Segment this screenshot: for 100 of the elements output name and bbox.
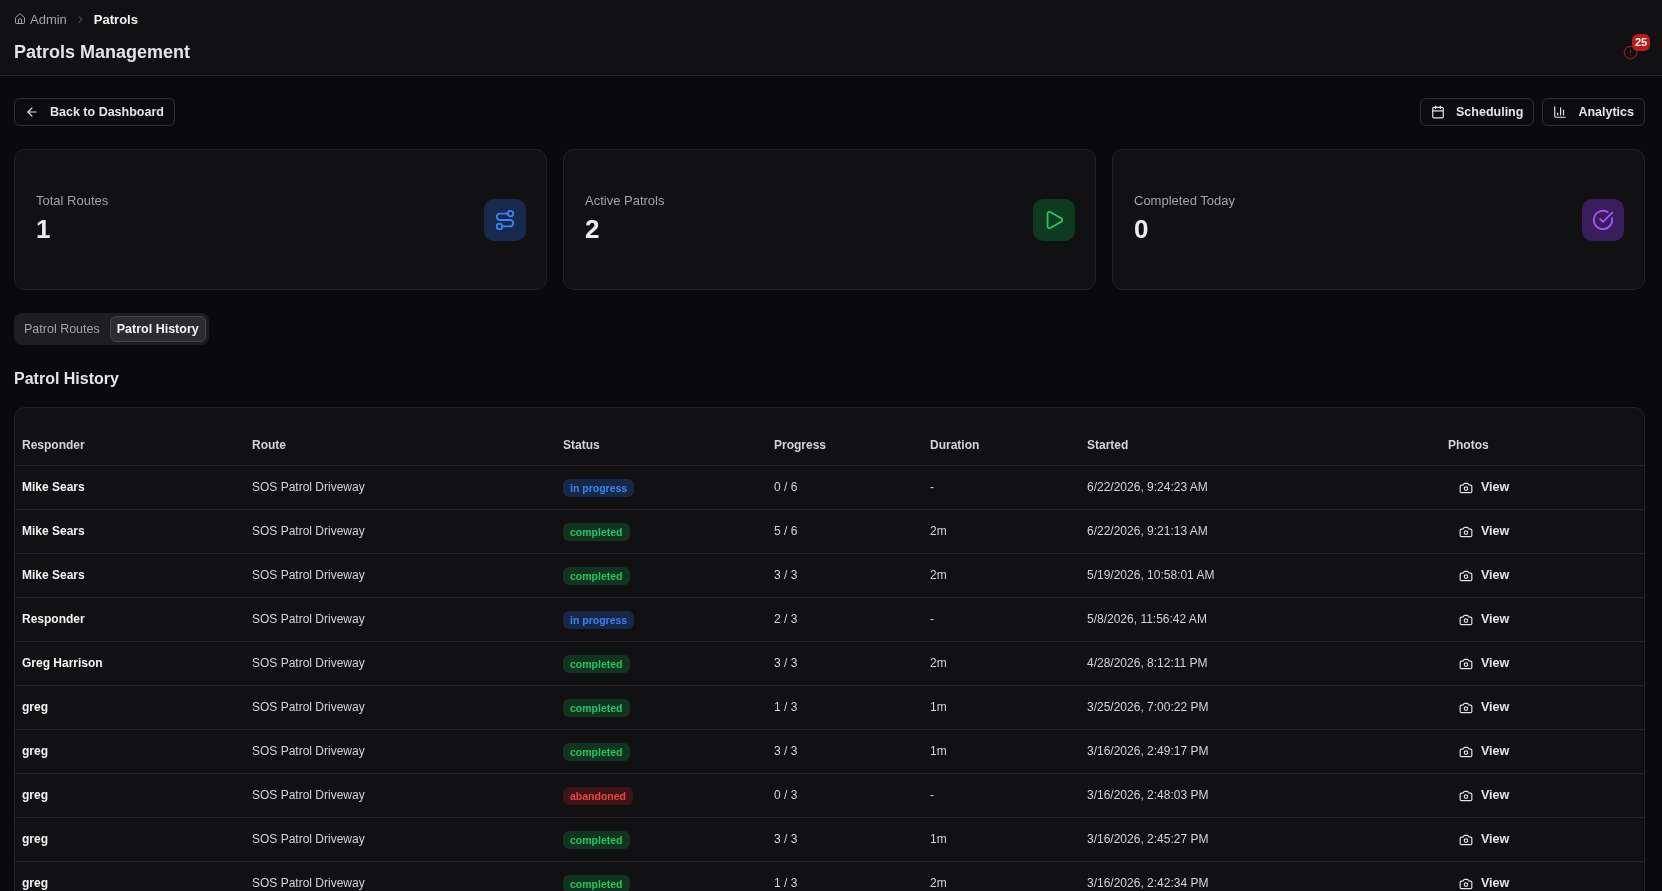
duration-text: 1m bbox=[930, 700, 947, 715]
started-time: 3/16/2026, 2:42:34 PM bbox=[1087, 876, 1209, 891]
progress-text: 2 / 3 bbox=[774, 612, 798, 627]
column-header: Duration bbox=[930, 437, 980, 453]
column-header: Status bbox=[563, 437, 600, 453]
view-photos-button[interactable]: View bbox=[1451, 873, 1518, 891]
calendar-icon bbox=[1431, 105, 1446, 119]
progress-text: 3 / 3 bbox=[774, 656, 798, 671]
progress-text: 0 / 3 bbox=[774, 788, 798, 803]
breadcrumb-link[interactable]: Admin bbox=[14, 11, 67, 27]
responder-name: Mike Sears bbox=[22, 568, 85, 583]
status-badge: completed bbox=[563, 654, 630, 673]
progress-text: 3 / 3 bbox=[774, 744, 798, 759]
bar-chart-icon bbox=[1553, 105, 1568, 119]
camera-icon bbox=[1459, 568, 1473, 583]
responder-name: greg bbox=[22, 744, 48, 759]
notification-count-badge: 25 bbox=[1632, 33, 1651, 51]
responder-name: greg bbox=[22, 700, 48, 715]
column-header: Started bbox=[1087, 437, 1129, 453]
started-time: 5/19/2026, 10:58:01 AM bbox=[1087, 568, 1215, 583]
route-name: SOS Patrol Driveway bbox=[252, 700, 365, 715]
started-time: 6/22/2026, 9:21:13 AM bbox=[1087, 524, 1208, 539]
camera-icon bbox=[1459, 524, 1473, 539]
responder-name: Mike Sears bbox=[22, 480, 85, 495]
duration-text: - bbox=[930, 480, 934, 495]
view-photos-button[interactable]: View bbox=[1451, 477, 1518, 498]
status-badge: completed bbox=[563, 830, 630, 849]
responder-name: greg bbox=[22, 876, 48, 891]
route-name: SOS Patrol Driveway bbox=[252, 876, 365, 891]
started-time: 4/28/2026, 8:12:11 PM bbox=[1087, 656, 1208, 671]
status-badge: completed bbox=[563, 874, 630, 891]
section-title: Patrol History bbox=[14, 369, 119, 389]
responder-name: Mike Sears bbox=[22, 524, 85, 539]
route-name: SOS Patrol Driveway bbox=[252, 524, 365, 539]
back-to-dashboard-button[interactable]: Back to Dashboard bbox=[14, 98, 175, 126]
progress-text: 1 / 3 bbox=[774, 876, 798, 891]
route-name: SOS Patrol Driveway bbox=[252, 568, 365, 583]
camera-icon bbox=[1459, 788, 1473, 803]
view-photos-button[interactable]: View bbox=[1451, 741, 1518, 762]
scheduling-button[interactable]: Scheduling bbox=[1420, 98, 1535, 126]
column-header: Responder bbox=[22, 437, 85, 453]
route-name: SOS Patrol Driveway bbox=[252, 788, 365, 803]
status-badge: completed bbox=[563, 566, 630, 585]
view-photos-button[interactable]: View bbox=[1451, 829, 1518, 850]
stat-label: Active Patrols bbox=[585, 193, 665, 208]
started-time: 3/16/2026, 2:45:27 PM bbox=[1087, 832, 1209, 847]
progress-text: 3 / 3 bbox=[774, 832, 798, 847]
view-photos-button[interactable]: View bbox=[1451, 653, 1518, 674]
started-time: 6/22/2026, 9:24:23 AM bbox=[1087, 480, 1208, 495]
tab[interactable]: Patrol Routes bbox=[17, 316, 107, 342]
view-photos-button[interactable]: View bbox=[1451, 565, 1518, 586]
view-photos-button[interactable]: View bbox=[1451, 697, 1518, 718]
tab[interactable]: Patrol History bbox=[109, 316, 206, 342]
progress-text: 5 / 6 bbox=[774, 524, 798, 539]
view-photos-button[interactable]: View bbox=[1451, 785, 1518, 806]
camera-icon bbox=[1459, 744, 1473, 759]
duration-text: 2m bbox=[930, 568, 947, 583]
duration-text: 2m bbox=[930, 656, 947, 671]
responder-name: Greg Harrison bbox=[22, 656, 103, 671]
column-header: Photos bbox=[1448, 437, 1489, 453]
status-badge: completed bbox=[563, 742, 630, 761]
play-icon bbox=[1033, 198, 1075, 241]
camera-icon bbox=[1459, 480, 1473, 495]
status-badge: completed bbox=[563, 522, 630, 541]
progress-text: 0 / 6 bbox=[774, 480, 798, 495]
responder-name: Responder bbox=[22, 612, 85, 627]
stat-value: 1 bbox=[36, 214, 52, 244]
camera-icon bbox=[1459, 656, 1473, 671]
status-badge: in progress bbox=[563, 478, 635, 497]
view-photos-button[interactable]: View bbox=[1451, 521, 1518, 542]
stat-label: Total Routes bbox=[36, 193, 109, 208]
started-time: 3/16/2026, 2:48:03 PM bbox=[1087, 788, 1209, 803]
camera-icon bbox=[1459, 832, 1473, 847]
route-name: SOS Patrol Driveway bbox=[252, 832, 365, 847]
camera-icon bbox=[1459, 876, 1473, 891]
responder-name: greg bbox=[22, 788, 48, 803]
duration-text: 1m bbox=[930, 744, 947, 759]
status-badge: abandoned bbox=[563, 786, 633, 805]
view-photos-button[interactable]: View bbox=[1451, 609, 1518, 630]
progress-text: 3 / 3 bbox=[774, 568, 798, 583]
status-badge: completed bbox=[563, 698, 630, 717]
duration-text: - bbox=[930, 612, 934, 627]
column-header: Progress bbox=[774, 437, 827, 453]
alert-icon[interactable] bbox=[1623, 44, 1638, 60]
route-name: SOS Patrol Driveway bbox=[252, 612, 365, 627]
home-icon bbox=[14, 13, 26, 25]
analytics-button[interactable]: Analytics bbox=[1542, 98, 1645, 126]
route-name: SOS Patrol Driveway bbox=[252, 656, 365, 671]
stat-label: Completed Today bbox=[1134, 193, 1235, 208]
route-name: SOS Patrol Driveway bbox=[252, 744, 365, 759]
breadcrumb-current: Patrols bbox=[93, 11, 138, 27]
started-time: 3/25/2026, 7:00:22 PM bbox=[1087, 700, 1209, 715]
column-header: Route bbox=[252, 437, 286, 453]
duration-text: - bbox=[930, 788, 934, 803]
duration-text: 1m bbox=[930, 832, 947, 847]
started-time: 3/16/2026, 2:49:17 PM bbox=[1087, 744, 1209, 759]
stat-value: 2 bbox=[585, 214, 601, 244]
progress-text: 1 / 3 bbox=[774, 700, 798, 715]
started-time: 5/8/2026, 11:56:42 AM bbox=[1087, 612, 1207, 627]
route-icon bbox=[484, 198, 526, 241]
